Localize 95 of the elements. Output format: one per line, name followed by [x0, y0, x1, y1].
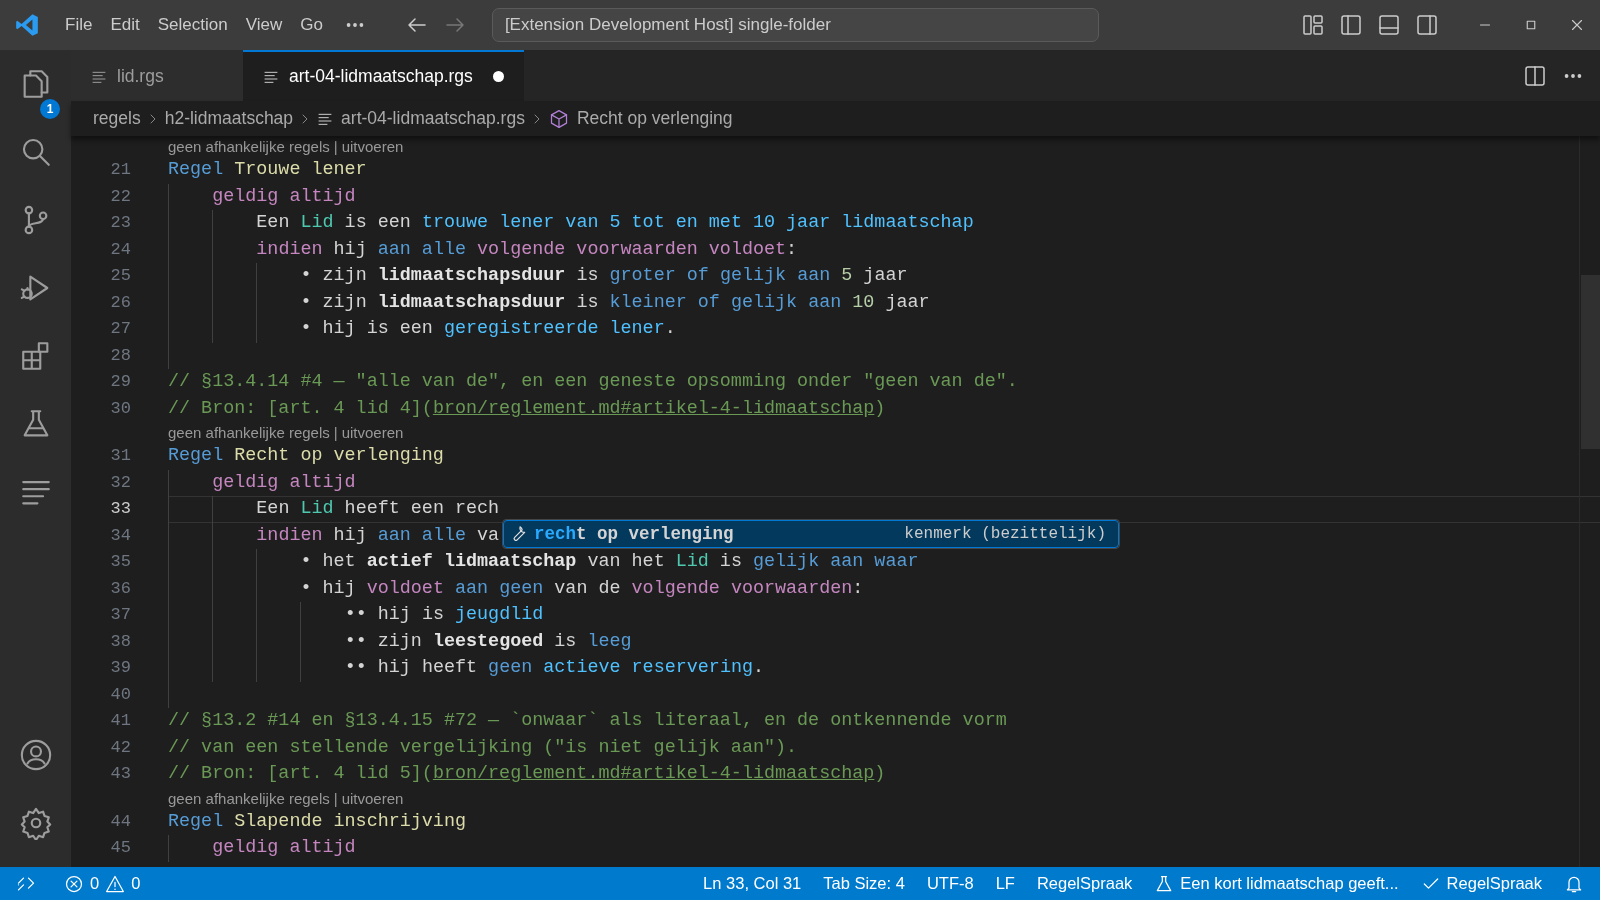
panel-icon[interactable] [1377, 13, 1401, 37]
line-number: 41 [110, 711, 131, 730]
error-icon [64, 873, 84, 894]
line-number: 25 [110, 266, 131, 285]
line-number: 45 [110, 838, 131, 857]
code-line: • het actief lidmaatschap van het Lid is gelijk aan waar [300, 551, 919, 572]
suggestion-label: recht op verlenging [534, 522, 734, 546]
notification-badge: 1 [40, 99, 60, 119]
code-line: // Bron: [art. 4 lid 5](bron/reglement.md#artikel-4-lidmaatschap) [168, 763, 886, 784]
command-center[interactable]: [Extension Development Host] single-folder [491, 8, 1099, 42]
line-number: 30 [110, 398, 131, 418]
code-line: // §13.4.14 #4 — "alle van de", en een geneste opsomming onder "geen van de". [168, 371, 1018, 392]
codelens-link[interactable]: geen afhankelijke regels [168, 787, 330, 809]
code-line: indien hij aan alle va [256, 524, 500, 546]
menu-item[interactable]: Selection [148, 8, 237, 42]
link[interactable]: bron/reglement.md#artikel-4-lidmaatschap [432, 397, 875, 419]
line-number: 37 [110, 605, 131, 624]
line-number: 35 [110, 552, 131, 571]
sidebar-left-icon[interactable] [1339, 13, 1363, 37]
line-number: 42 [110, 737, 131, 757]
suggestion-item[interactable]: recht op verlenging kenmerk (bezittelijk) [504, 521, 1118, 547]
breadcrumb-item[interactable]: art-04-lidmaatschap.rgs [341, 105, 525, 132]
line-number: 36 [110, 578, 131, 598]
status-item[interactable]: Een kort lidmaatschap geeft... [1143, 871, 1410, 896]
line-number: 31 [110, 446, 131, 465]
codelens-link[interactable]: geen afhankelijke regels [168, 422, 330, 443]
menu-item[interactable]: Edit [101, 8, 149, 42]
editor-tab[interactable]: art-04-lidmaatschap.rgs [243, 50, 524, 101]
code-line: // Bron: [art. 4 lid 4](bron/reglement.md#artikel-4-lidmaatschap) [168, 397, 886, 419]
codelens-link[interactable]: uitvoeren [341, 787, 404, 809]
code-line: Regel Slapende inschrijving [168, 810, 466, 832]
line-number: 39 [110, 658, 131, 677]
code-line: // van een stellende vergelijking ("is niet gelijk aan"). [168, 736, 798, 758]
codelens-separator: | [333, 137, 338, 157]
menu-item[interactable]: Go [291, 8, 332, 42]
code-line: •• hij is jeugdlid [344, 604, 544, 625]
status-item[interactable]: 0 [102, 871, 144, 896]
code-line: Regel Recht op verlenging [168, 445, 444, 466]
code-line: • zijn lidmaatschapsduur is groter of gelijk aan 5 jaar [300, 265, 908, 286]
code-line: geldig altijd [212, 185, 356, 207]
line-number: 21 [110, 160, 131, 179]
status-item[interactable]: Tab Size: 4 [812, 871, 916, 896]
code-line: // §13.2 #14 en §13.4.15 #72 — `onwaar` als literaal, en de ontkennende vorm [168, 710, 1007, 731]
sidebar-right-icon[interactable] [1415, 13, 1439, 37]
status-item[interactable]: LF [984, 871, 1026, 896]
warning-icon [105, 873, 126, 894]
codelens-separator: | [333, 788, 338, 809]
status-item[interactable]: 0 [56, 871, 103, 896]
layout-icon[interactable] [1301, 13, 1325, 37]
line-number: 24 [110, 239, 131, 259]
line-number: 38 [110, 631, 131, 651]
menu-item[interactable]: View [236, 8, 292, 42]
link[interactable]: bron/reglement.md#artikel-4-lidmaatschap [432, 763, 875, 784]
code-line: Regel Trouwe lener [168, 159, 367, 180]
line-number: 27 [110, 319, 131, 338]
line-number: 26 [110, 292, 131, 312]
line-number: 23 [110, 213, 131, 232]
code-line: • hij is een geregistreerde lener. [300, 318, 676, 339]
code-line: • zijn lidmaatschapsduur is kleiner of gelijk aan 10 jaar [300, 291, 930, 313]
account-icon[interactable] [18, 738, 53, 772]
line-number: 32 [110, 472, 131, 492]
code-line: Een Lid heeft een rech [256, 498, 500, 519]
breadcrumb-item[interactable]: regels [93, 105, 141, 132]
code-line: Een Lid is een trouwe lener van 5 tot en met 10 jaar lidmaatschap [256, 212, 974, 233]
menu-item[interactable]: File [56, 8, 102, 42]
code-line: geldig altijd [212, 471, 356, 493]
code-line: • hij voldoet aan geen van de volgende voorwaarden: [300, 577, 864, 599]
codelens-separator: | [333, 423, 338, 443]
line-number: 34 [110, 525, 131, 545]
line-number: 28 [110, 345, 131, 365]
status-item[interactable]: Ln 33, Col 31 [692, 871, 813, 896]
code-line: •• hij heeft geen actieve reservering. [344, 657, 765, 678]
line-number: 43 [110, 764, 131, 783]
code-line: indien hij aan alle volgende voorwaarden voldoet: [256, 238, 798, 260]
cube-icon [548, 108, 569, 129]
codelens-link[interactable]: uitvoeren [341, 422, 404, 443]
line-number: 40 [110, 684, 131, 704]
breadcrumb-item[interactable]: h2-lidmaatschap [164, 105, 294, 132]
line-number: 44 [110, 811, 131, 831]
breadcrumb-item[interactable]: Recht op verlenging [576, 105, 733, 132]
settings-icon[interactable] [18, 806, 53, 840]
editor-tab[interactable]: lid.rgs [71, 50, 243, 101]
status-item[interactable]: RegelSpraak [1025, 871, 1144, 896]
suggestion-detail: kenmerk (bezittelijk) [904, 524, 1106, 545]
split-editor-icon[interactable] [1523, 63, 1547, 88]
codelens-link[interactable]: uitvoeren [341, 136, 404, 157]
status-item[interactable]: UTF-8 [915, 871, 985, 896]
codelens-link[interactable]: geen afhankelijke regels [168, 136, 330, 157]
line-number: 22 [110, 186, 131, 206]
code-line: •• zijn leestegoed is leeg [344, 630, 632, 652]
line-number: 29 [110, 372, 131, 391]
app-logo [14, 12, 40, 38]
code-line: geldig altijd [212, 837, 356, 858]
line-number: 33 [110, 499, 131, 518]
status-item[interactable]: RegelSpraak [1409, 871, 1553, 896]
